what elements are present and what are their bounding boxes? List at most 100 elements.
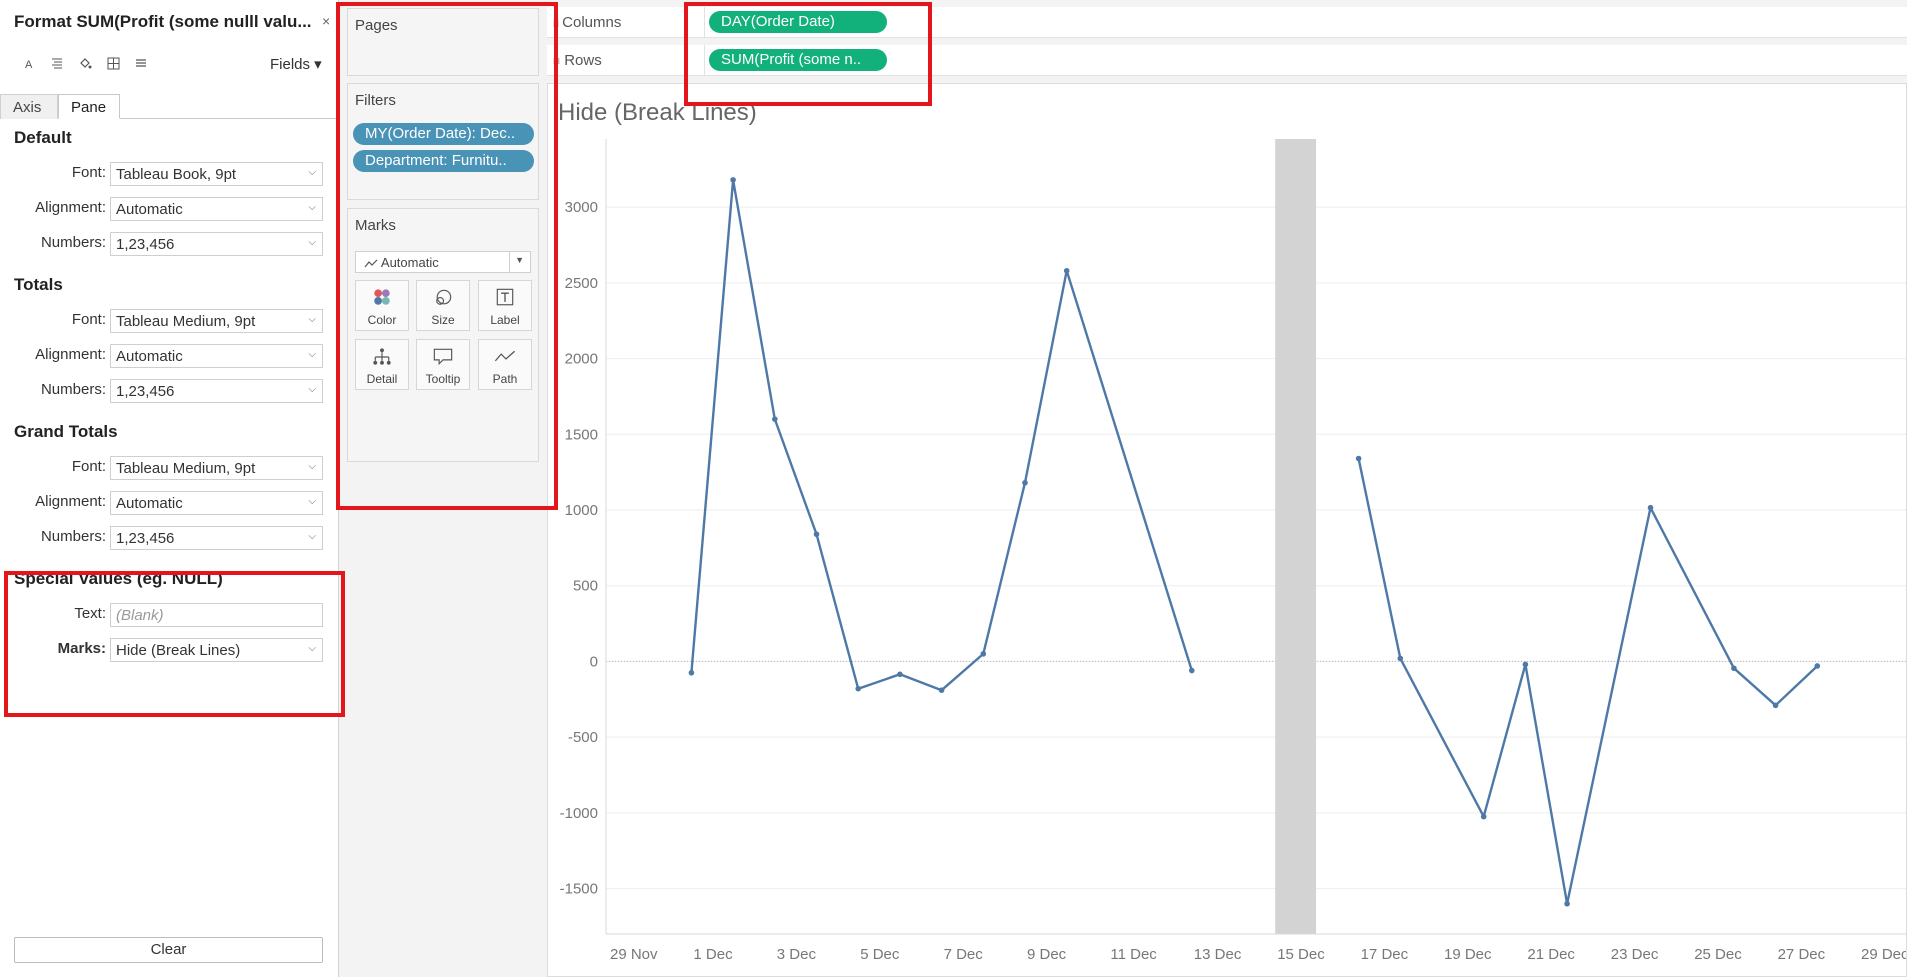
special-text-label: Text:	[74, 605, 106, 622]
tab-pane[interactable]: Pane	[58, 94, 120, 119]
marks-tooltip-button[interactable]: Tooltip	[416, 339, 470, 390]
borders-icon[interactable]	[106, 56, 120, 70]
special-marks-value: Hide (Break Lines)	[116, 642, 241, 659]
marks-detail-button[interactable]: Detail	[355, 339, 409, 390]
data-point	[1189, 667, 1195, 674]
fields-dropdown[interactable]: Fields ▾	[270, 55, 322, 73]
grand-totals-numbers-label: Numbers:	[40, 528, 106, 545]
marks-size-button[interactable]: Size	[416, 280, 470, 331]
special-marks-dropdown[interactable]: Hide (Break Lines) ⌵	[110, 638, 323, 662]
marks-color-button[interactable]: Color	[355, 280, 409, 331]
null-date-band	[1275, 139, 1317, 934]
align-icon[interactable]	[50, 56, 64, 70]
detail-icon	[373, 348, 391, 365]
filter-pill-department[interactable]: Department: Furnitu..	[353, 150, 534, 172]
pages-card[interactable]: Pages	[347, 8, 539, 76]
format-tabs: Axis Pane	[0, 94, 339, 119]
x-tick-label: 21 Dec	[1527, 946, 1575, 963]
font-icon[interactable]: A	[22, 56, 36, 70]
grand-totals-font-label: Font:	[71, 458, 106, 475]
rows-shelf[interactable]: ≡ Rows SUM(Profit (some n..	[547, 45, 1907, 76]
data-point	[1022, 479, 1028, 486]
data-point	[1814, 663, 1821, 669]
marks-color-label: Color	[367, 313, 397, 327]
columns-shelf-label: iii Columns	[553, 14, 622, 31]
x-tick-label: 23 Dec	[1611, 946, 1659, 963]
x-tick-label: 3 Dec	[777, 946, 817, 963]
totals-alignment-label: Alignment:	[35, 346, 106, 363]
totals-numbers-value: 1,23,456	[116, 383, 175, 400]
totals-alignment-dropdown[interactable]: Automatic ⌵	[110, 344, 323, 368]
rows-pill[interactable]: SUM(Profit (some n..	[709, 49, 887, 71]
filters-card[interactable]: Filters MY(Order Date): Dec.. Department…	[347, 83, 539, 200]
grand-totals-alignment-label: Alignment:	[35, 493, 106, 510]
default-numbers-label: Numbers:	[40, 234, 106, 251]
section-special-values-heading: Special Values (eg. NULL)	[14, 569, 223, 588]
x-tick-label: 9 Dec	[1027, 946, 1067, 963]
totals-alignment-value: Automatic	[116, 348, 183, 365]
x-tick-label: 5 Dec	[860, 946, 900, 963]
default-font-dropdown[interactable]: Tableau Book, 9pt ⌵	[110, 162, 323, 186]
chevron-down-icon: ⌵	[308, 237, 316, 248]
data-point	[1522, 661, 1529, 668]
chevron-down-icon: ⌵	[308, 643, 316, 654]
format-pane: Format SUM(Profit (some nulll valu... × …	[0, 0, 339, 977]
chevron-down-icon: ⌵	[308, 167, 316, 178]
chevron-down-icon: ⌵	[308, 384, 316, 395]
default-alignment-dropdown[interactable]: Automatic ⌵	[110, 197, 323, 221]
section-grand-totals-heading: Grand Totals	[14, 422, 118, 441]
filter-pill-date[interactable]: MY(Order Date): Dec..	[353, 123, 534, 145]
chevron-down-icon: ⌵	[308, 349, 316, 360]
pages-card-title: Pages	[355, 17, 398, 34]
grand-totals-font-dropdown[interactable]: Tableau Medium, 9pt ⌵	[110, 456, 323, 480]
marks-path-label: Path	[492, 372, 518, 386]
chevron-down-icon: ⌵	[308, 461, 316, 472]
columns-pill[interactable]: DAY(Order Date)	[709, 11, 887, 33]
default-numbers-dropdown[interactable]: 1,23,456 ⌵	[110, 232, 323, 256]
chevron-down-icon: ⌵	[308, 531, 316, 542]
data-point	[1480, 813, 1487, 820]
clear-button[interactable]: Clear	[14, 937, 323, 963]
x-tick-label: 1 Dec	[693, 946, 733, 963]
rows-icon: ≡	[553, 54, 561, 68]
grand-totals-numbers-dropdown[interactable]: 1,23,456 ⌵	[110, 526, 323, 550]
series-line-segment	[690, 178, 1193, 692]
tab-axis[interactable]: Axis	[0, 94, 58, 119]
default-numbers-value: 1,23,456	[116, 236, 175, 253]
mark-type-dropdown[interactable]: Automatic ▼	[355, 251, 531, 273]
x-tick-label: 19 Dec	[1444, 946, 1492, 963]
data-point	[1397, 655, 1404, 662]
viz-area: iii Columns DAY(Order Date) ≡ Rows SUM(P…	[547, 0, 1907, 977]
data-point	[980, 651, 987, 657]
marks-label-button[interactable]: Label	[478, 280, 532, 331]
chevron-down-icon: ⌵	[308, 202, 316, 213]
grand-totals-font-value: Tableau Medium, 9pt	[116, 460, 256, 477]
lines-icon[interactable]	[134, 56, 148, 70]
data-point	[772, 416, 778, 422]
close-icon[interactable]: ×	[322, 13, 330, 29]
data-point	[1731, 665, 1737, 672]
data-point	[730, 177, 736, 183]
columns-icon: iii	[553, 16, 559, 30]
marks-label-label: Label	[490, 313, 520, 327]
columns-shelf[interactable]: iii Columns DAY(Order Date)	[547, 7, 1907, 38]
totals-font-dropdown[interactable]: Tableau Medium, 9pt ⌵	[110, 309, 323, 333]
data-point	[1355, 455, 1362, 462]
totals-numbers-dropdown[interactable]: 1,23,456 ⌵	[110, 379, 323, 403]
svg-text:A: A	[25, 59, 33, 69]
series-line-segment	[1357, 458, 1819, 905]
data-point	[1564, 900, 1570, 907]
data-point	[688, 669, 695, 676]
grand-totals-alignment-dropdown[interactable]: Automatic ⌵	[110, 491, 323, 515]
data-point	[1772, 702, 1779, 709]
shading-icon[interactable]	[78, 56, 92, 70]
data-point	[938, 687, 945, 693]
special-text-field[interactable]: (Blank)	[110, 603, 323, 627]
size-icon	[436, 289, 452, 305]
y-tick-label: -1000	[560, 805, 598, 822]
marks-detail-label: Detail	[366, 372, 398, 386]
line-chart[interactable]: -1500 -1000 -500 0 500 1000 1500 2000 2500 3000 29…	[548, 84, 1906, 976]
label-icon	[496, 288, 514, 306]
data-point	[897, 671, 903, 678]
marks-path-button[interactable]: Path	[478, 339, 532, 390]
